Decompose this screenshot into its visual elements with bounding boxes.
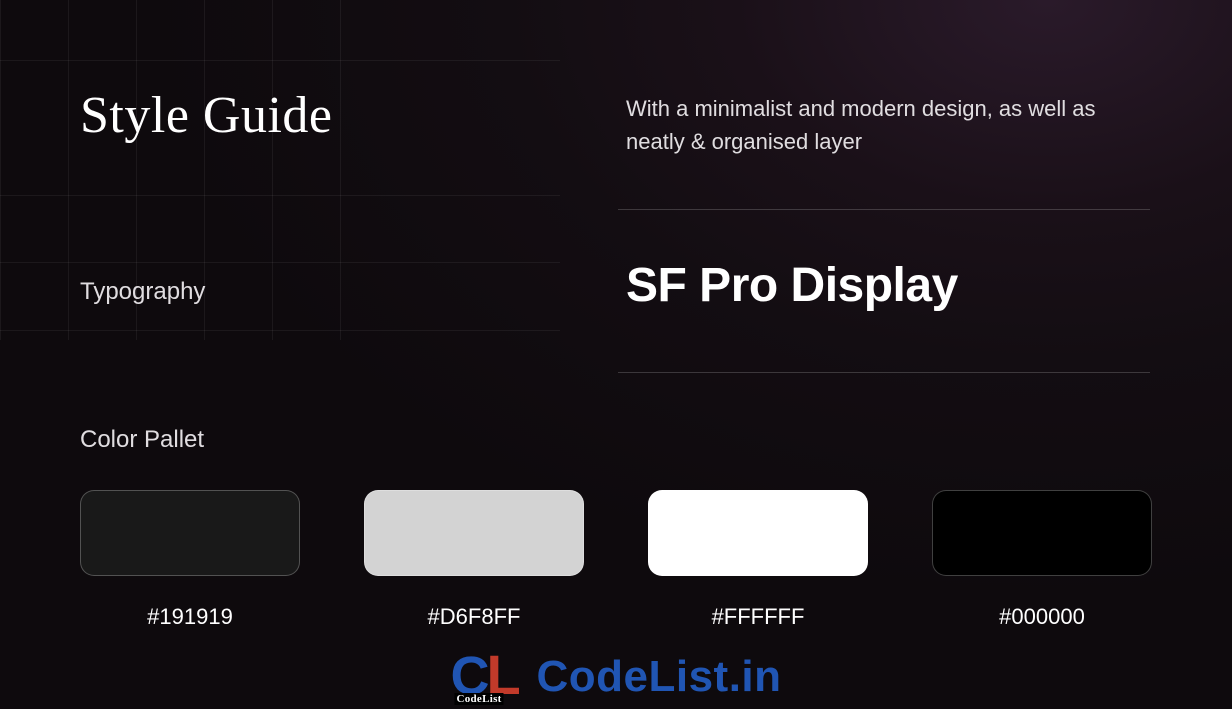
typography-label: Typography	[80, 278, 205, 306]
divider	[618, 372, 1150, 373]
color-swatch: #191919	[80, 490, 300, 630]
swatch-box	[932, 490, 1152, 576]
swatch-box	[648, 490, 868, 576]
watermark: C L CodeList CodeList.in	[450, 649, 781, 705]
color-swatch: #D6F8FF	[364, 490, 584, 630]
color-swatch: #FFFFFF	[648, 490, 868, 630]
color-palette-label: Color Pallet	[80, 426, 204, 454]
swatch-hex: #D6F8FF	[428, 604, 521, 630]
swatch-hex: #000000	[999, 604, 1085, 630]
typography-value: SF Pro Display	[626, 258, 958, 313]
watermark-text: CodeList.in	[536, 652, 781, 702]
watermark-logo: C L CodeList	[450, 649, 524, 705]
page-title: Style Guide	[80, 86, 332, 145]
divider	[618, 209, 1150, 210]
swatch-box	[80, 490, 300, 576]
swatch-box	[364, 490, 584, 576]
swatch-hex: #FFFFFF	[712, 604, 805, 630]
intro-text: With a minimalist and modern design, as …	[626, 92, 1146, 158]
logo-subtext: CodeList	[454, 693, 503, 705]
color-swatch: #000000	[932, 490, 1152, 630]
color-swatches: #191919 #D6F8FF #FFFFFF #000000	[80, 490, 1152, 630]
swatch-hex: #191919	[147, 604, 233, 630]
